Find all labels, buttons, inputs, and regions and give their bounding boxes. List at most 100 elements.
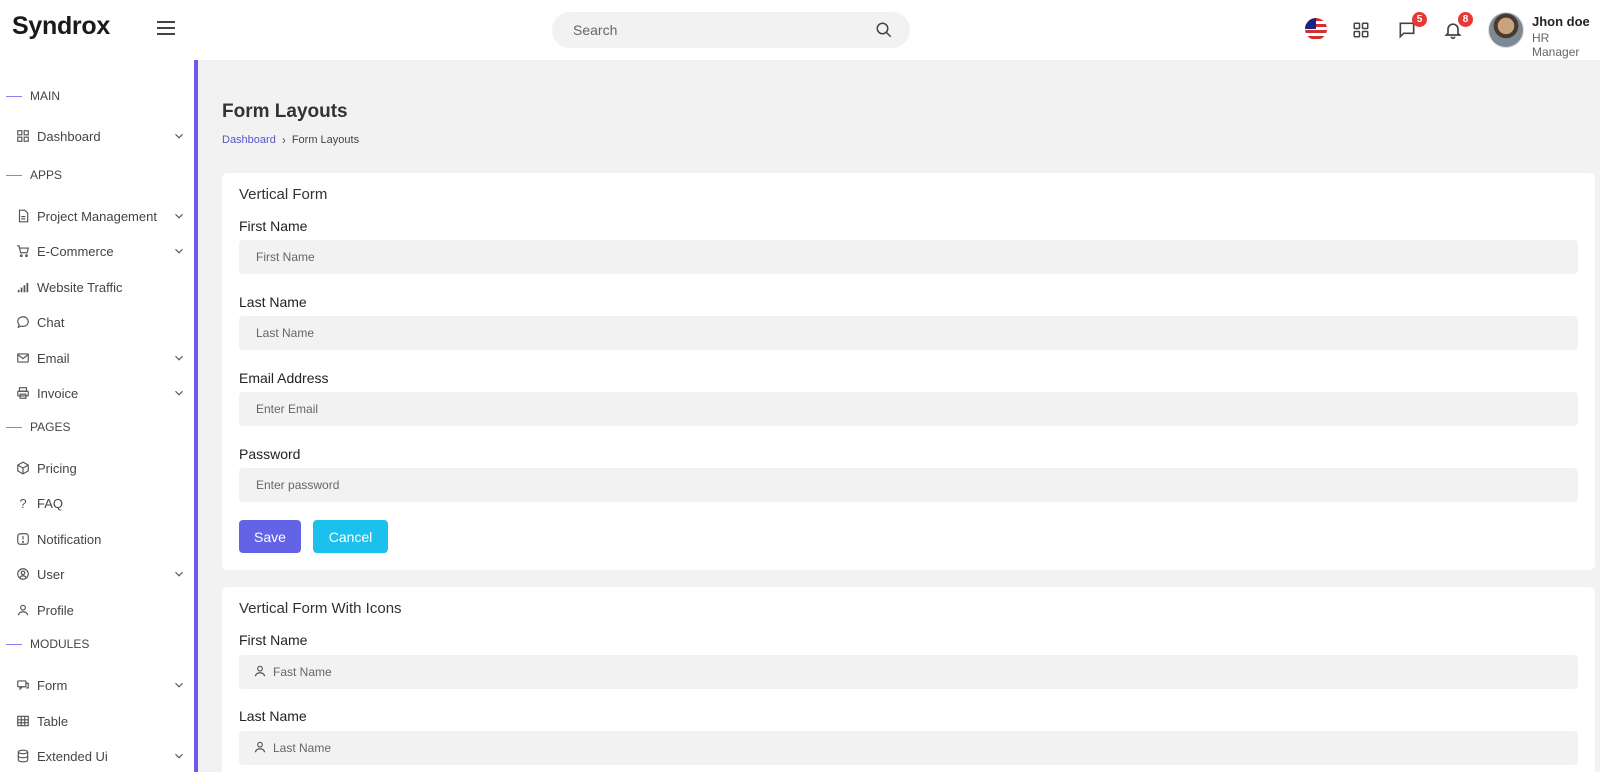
vertical-form-card: Vertical Form First Name Last Name Email… (222, 173, 1595, 570)
sidebar-item-label: FAQ (37, 495, 64, 511)
card-title: Vertical Form (239, 186, 328, 203)
sidebar-item-notification[interactable]: Notification (16, 526, 188, 552)
sidebar-item-label: Table (37, 713, 69, 729)
sidebar-item-ecommerce[interactable]: E-Commerce (16, 238, 188, 264)
sidebar-item-label: Pricing (37, 460, 77, 476)
alert-square-icon (16, 532, 30, 546)
document-icon (16, 209, 30, 223)
sidebar-item-label: Extended Ui (37, 748, 108, 764)
first-name-label: First Name (239, 632, 308, 648)
sidebar-item-invoice[interactable]: Invoice (16, 380, 188, 406)
form-icon (16, 678, 30, 692)
sidebar-item-label: Profile (37, 602, 74, 618)
sidebar-item-label: Invoice (37, 385, 79, 401)
chevron-right-icon: › (281, 133, 286, 147)
first-name-input[interactable] (239, 655, 1578, 689)
chevron-down-icon[interactable] (172, 678, 186, 692)
first-name-input[interactable] (239, 240, 1578, 274)
sidebar-item-profile[interactable]: Profile (16, 597, 188, 623)
sidebar-item-table[interactable]: Table (16, 708, 188, 734)
person-icon (254, 741, 266, 753)
person-icon (254, 665, 266, 677)
email-input[interactable] (239, 392, 1578, 426)
sidebar-item-label: E-Commerce (37, 243, 114, 259)
first-name-field-wrap (239, 655, 1578, 689)
sidebar-item-label: Form (37, 677, 68, 693)
sidebar-item-email[interactable]: Email (16, 345, 188, 371)
last-name-input[interactable] (239, 731, 1578, 765)
section-main: MAIN (6, 89, 60, 103)
last-name-label: Last Name (239, 708, 307, 724)
user-circle-icon (16, 567, 30, 581)
sidebar-item-faq[interactable]: ? FAQ (16, 490, 188, 516)
sidebar-item-label: User (37, 566, 65, 582)
sidebar-item-label: Website Traffic (37, 279, 123, 295)
breadcrumb: Dashboard › Form Layouts (222, 133, 359, 147)
chat-bubble-icon (16, 315, 30, 329)
sidebar-item-label: Email (37, 350, 70, 366)
last-name-field-wrap (239, 316, 1578, 350)
user-role: HR Manager (1532, 31, 1580, 59)
search-input[interactable] (552, 12, 852, 48)
table-icon (16, 714, 30, 728)
chevron-down-icon[interactable] (172, 749, 186, 763)
sidebar-item-pricing[interactable]: Pricing (16, 455, 188, 481)
sidebar: MAIN Dashboard APPS Project Management E… (0, 60, 198, 772)
last-name-field-wrap (239, 731, 1578, 765)
language-flag-icon[interactable] (1305, 18, 1327, 40)
breadcrumb-home-link[interactable]: Dashboard (222, 134, 276, 146)
chevron-down-icon[interactable] (172, 209, 186, 223)
notifications-badge: 8 (1458, 12, 1473, 27)
messages-icon[interactable]: 5 (1395, 12, 1427, 42)
email-label: Email Address (239, 370, 329, 386)
sidebar-item-extended-ui[interactable]: Extended Ui (16, 743, 188, 769)
user-name[interactable]: Jhon doe (1532, 14, 1590, 29)
chevron-down-icon[interactable] (172, 351, 186, 365)
sidebar-item-label: Dashboard (37, 128, 101, 144)
first-name-label: First Name (239, 218, 308, 234)
breadcrumb-current: Form Layouts (291, 134, 360, 146)
chevron-down-icon[interactable] (172, 129, 186, 143)
dashboard-icon (16, 129, 30, 143)
search-icon[interactable] (875, 21, 893, 39)
email-field-wrap (239, 392, 1578, 426)
apps-grid-icon[interactable] (1349, 18, 1373, 42)
sidebar-item-user[interactable]: User (16, 561, 188, 587)
signal-bars-icon (16, 280, 30, 294)
page-title: Form Layouts (222, 101, 348, 122)
sidebar-item-dashboard[interactable]: Dashboard (16, 123, 188, 149)
section-modules: MODULES (6, 637, 89, 651)
chevron-down-icon[interactable] (172, 386, 186, 400)
password-input[interactable] (239, 468, 1578, 502)
last-name-label: Last Name (239, 294, 307, 310)
cart-icon (16, 244, 30, 258)
save-button[interactable]: Save (239, 520, 301, 553)
sidebar-item-label: Project Management (37, 208, 157, 224)
person-icon (16, 603, 30, 617)
last-name-input[interactable] (239, 316, 1578, 350)
sidebar-item-label: Notification (37, 531, 102, 547)
sidebar-item-label: Chat (37, 314, 65, 330)
card-title: Vertical Form With Icons (239, 600, 402, 617)
sidebar-item-chat[interactable]: Chat (16, 309, 188, 335)
menu-toggle-icon[interactable] (157, 21, 175, 37)
sidebar-item-website-traffic[interactable]: Website Traffic (16, 274, 188, 300)
search-bar (552, 12, 910, 48)
printer-icon (16, 386, 30, 400)
vertical-form-icons-card: Vertical Form With Icons First Name Last… (222, 587, 1595, 772)
database-icon (16, 749, 30, 763)
section-pages: PAGES (6, 420, 70, 434)
chevron-down-icon[interactable] (172, 567, 186, 581)
section-apps: APPS (6, 168, 62, 182)
notifications-bell-icon[interactable]: 8 (1441, 12, 1473, 42)
question-mark-icon: ? (19, 495, 27, 511)
password-field-wrap (239, 468, 1578, 502)
brand-logo[interactable]: Syndrox (12, 12, 110, 41)
top-header: Syndrox 5 8 Jhon doe HR Manager (0, 0, 1600, 60)
cancel-button[interactable]: Cancel (313, 520, 388, 553)
sidebar-item-project-management[interactable]: Project Management (16, 203, 188, 229)
package-icon (16, 461, 30, 475)
sidebar-item-form[interactable]: Form (16, 672, 188, 698)
chevron-down-icon[interactable] (172, 244, 186, 258)
user-avatar[interactable] (1488, 12, 1524, 48)
